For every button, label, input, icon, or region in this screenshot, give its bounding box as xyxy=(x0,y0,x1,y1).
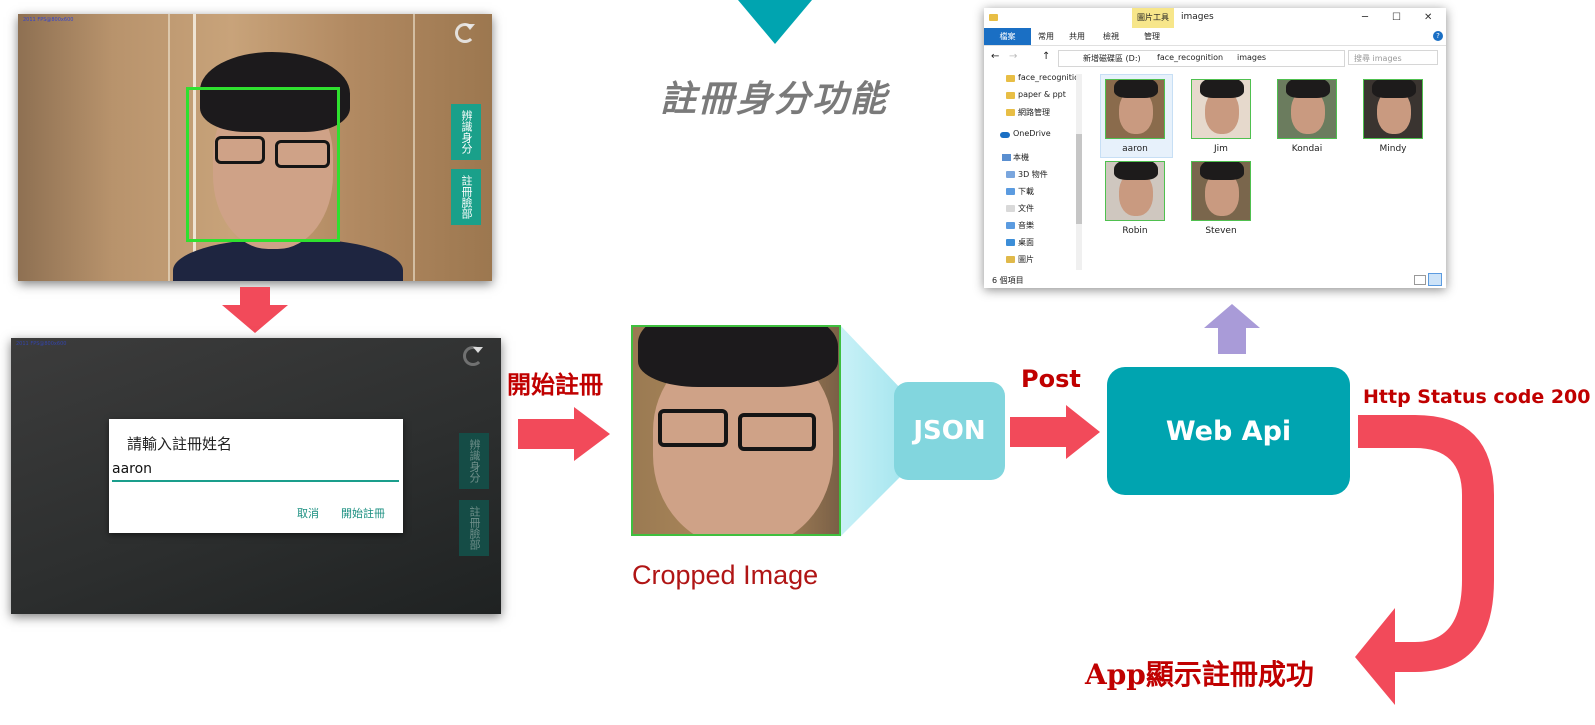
tab-home[interactable]: 常用 xyxy=(1038,31,1054,42)
nav-item-3d-objects[interactable]: 3D 物件 xyxy=(1018,169,1048,180)
explorer-titlebar: 圖片工具 images ─ ☐ ✕ xyxy=(984,8,1446,28)
tab-file[interactable]: 檔案 xyxy=(984,28,1031,45)
maximize-icon[interactable]: ☐ xyxy=(1392,12,1401,23)
nav-item-music[interactable]: 音樂 xyxy=(1018,220,1034,231)
json-box: JSON xyxy=(894,382,1005,480)
right-arrow-to-crop xyxy=(518,407,610,461)
address-part-folder[interactable]: face_recognition xyxy=(1157,53,1223,62)
app-success-label: App顯示註冊成功 xyxy=(1085,658,1314,691)
nav-item-paper-ppt[interactable]: paper & ppt xyxy=(1018,90,1066,99)
cropped-face-image xyxy=(631,325,841,536)
register-face-button[interactable]: 註冊臉部 xyxy=(451,169,481,225)
top-triangle-decoration xyxy=(738,0,812,44)
file-explorer-window: 圖片工具 images ─ ☐ ✕ 常用 共用 檢視 管理 ? 檔案 ← → ↑… xyxy=(984,8,1446,288)
address-bar[interactable]: 新增磁碟區 (D:) face_recognition images xyxy=(1058,50,1345,67)
nav-item-face-recognition[interactable]: face_recognitio xyxy=(1018,73,1079,82)
forward-icon[interactable]: → xyxy=(1009,51,1017,62)
back-icon[interactable]: ← xyxy=(991,51,999,62)
file-label-jim[interactable]: Jim xyxy=(1186,144,1256,154)
refresh-icon[interactable] xyxy=(463,346,483,366)
web-api-label: Web Api xyxy=(1165,415,1292,447)
nav-item-pictures[interactable]: 圖片 xyxy=(1018,254,1034,265)
file-label-steven[interactable]: Steven xyxy=(1186,226,1256,236)
web-api-box: Web Api xyxy=(1107,367,1350,495)
identify-button[interactable]: 辨識身分 xyxy=(451,104,481,160)
funnel-shape xyxy=(840,325,902,537)
address-part-images[interactable]: images xyxy=(1237,53,1266,62)
close-icon[interactable]: ✕ xyxy=(1424,12,1432,23)
file-label-aaron: aaron xyxy=(1122,144,1148,154)
address-part-drive[interactable]: 新增磁碟區 (D:) xyxy=(1083,53,1141,64)
nav-item-network[interactable]: 網路管理 xyxy=(1018,107,1050,118)
face-detection-box xyxy=(186,87,340,242)
down-arrow xyxy=(222,287,288,333)
window-title: images xyxy=(1181,12,1214,22)
status-bar-text: 6 個項目 xyxy=(992,276,1024,285)
post-label: Post xyxy=(1021,365,1081,393)
http-status-label: Http Status code 200 xyxy=(1363,386,1591,408)
cancel-button[interactable]: 取消 xyxy=(297,505,319,521)
start-register-button[interactable]: 開始註冊 xyxy=(341,505,385,521)
name-input-dialog: 請輸入註冊姓名 aaron 取消 開始註冊 xyxy=(109,419,403,533)
file-grid: aaron Jim Kondai Mindy Robin Steven xyxy=(1084,70,1446,275)
cloud-icon xyxy=(1000,132,1010,138)
dialog-title: 請輸入註冊姓名 xyxy=(127,435,233,453)
register-face-button[interactable]: 註冊臉部 xyxy=(459,500,489,556)
name-input[interactable]: aaron xyxy=(112,461,152,477)
nav-item-desktop[interactable]: 桌面 xyxy=(1018,237,1034,248)
nav-item-downloads[interactable]: 下載 xyxy=(1018,186,1034,197)
tab-share[interactable]: 共用 xyxy=(1069,31,1085,42)
nav-item-documents[interactable]: 文件 xyxy=(1018,203,1034,214)
refresh-icon[interactable] xyxy=(455,23,475,43)
nav-scrollbar[interactable] xyxy=(1076,74,1082,270)
picture-tools-tab[interactable]: 圖片工具 xyxy=(1132,8,1174,28)
identify-button[interactable]: 辨識身分 xyxy=(459,433,489,489)
nav-item-onedrive[interactable]: OneDrive xyxy=(1013,129,1051,138)
tab-manage[interactable]: 管理 xyxy=(1144,31,1160,42)
nav-item-this-pc[interactable]: 本機 xyxy=(1013,152,1029,163)
computer-icon xyxy=(1002,154,1011,161)
ribbon: 常用 共用 檢視 管理 ? xyxy=(984,28,1446,46)
search-box[interactable]: 搜尋 images xyxy=(1348,50,1438,65)
page-title: 註冊身分功能 xyxy=(660,78,889,120)
file-label-robin[interactable]: Robin xyxy=(1100,226,1170,236)
input-underline xyxy=(112,480,399,482)
right-arrow-to-webapi xyxy=(1010,405,1100,459)
file-label-kondai[interactable]: Kondai xyxy=(1272,144,1342,154)
cropped-image-caption: Cropped Image xyxy=(632,560,819,590)
file-label-mindy[interactable]: Mindy xyxy=(1358,144,1428,154)
up-arrow-to-storage xyxy=(1204,304,1260,354)
register-dialog-screenshot: 2011 FPS@800x600 辨識身分 註冊臉部 請輸入註冊姓名 aaron… xyxy=(11,338,501,614)
fps-overlay: 2011 FPS@800x600 xyxy=(23,17,74,23)
minimize-icon[interactable]: ─ xyxy=(1362,12,1368,23)
navigation-pane: face_recognitio paper & ppt 網路管理 OneDriv… xyxy=(984,70,1084,272)
large-icons-view-icon[interactable] xyxy=(1428,273,1442,286)
details-view-icon[interactable] xyxy=(1414,275,1426,285)
up-icon[interactable]: ↑ xyxy=(1042,51,1050,62)
return-arrow xyxy=(1355,415,1494,705)
fps-overlay: 2011 FPS@800x600 xyxy=(16,341,67,347)
camera-preview-screenshot: 2011 FPS@800x600 辨識身分 註冊臉部 xyxy=(18,14,492,281)
tab-view[interactable]: 檢視 xyxy=(1103,31,1119,42)
help-icon[interactable]: ? xyxy=(1433,31,1443,41)
start-register-label: 開始註冊 xyxy=(507,370,603,399)
